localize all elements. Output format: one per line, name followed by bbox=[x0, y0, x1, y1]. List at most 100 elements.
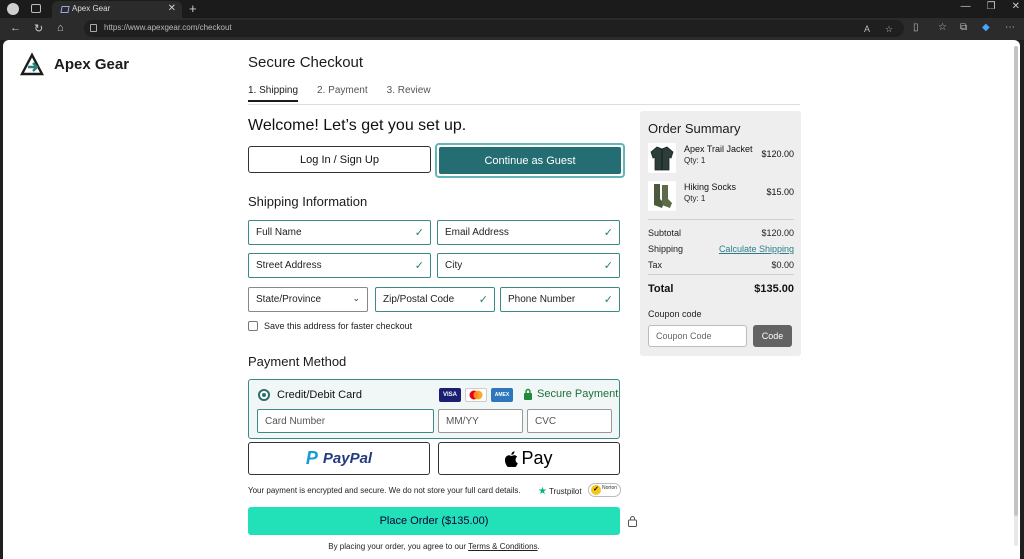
order-summary: Order Summary Apex Trail Jacket Qty: 1 $… bbox=[640, 111, 801, 356]
terms-link[interactable]: Terms & Conditions bbox=[468, 542, 537, 551]
login-signup-button[interactable]: Log In / Sign Up bbox=[248, 146, 431, 173]
cvc-input[interactable]: CVC bbox=[527, 409, 612, 433]
scrollbar[interactable] bbox=[1014, 46, 1018, 546]
zip-field[interactable]: Zip/Postal Code ✓ bbox=[375, 287, 495, 312]
favorites-icon[interactable]: ☆ bbox=[938, 22, 947, 33]
scrollbar-thumb[interactable] bbox=[1014, 46, 1018, 516]
city-field[interactable]: City ✓ bbox=[437, 253, 620, 278]
tab-actions-icon[interactable] bbox=[31, 4, 41, 13]
email-field[interactable]: Email Address ✓ bbox=[437, 220, 620, 245]
state-label: State/Province bbox=[256, 294, 322, 305]
full-name-field[interactable]: Full Name ✓ bbox=[248, 220, 431, 245]
close-tab-icon[interactable]: ✕ bbox=[168, 3, 176, 14]
minimize-icon[interactable]: — bbox=[961, 1, 971, 12]
apple-pay-button[interactable]: Pay bbox=[438, 442, 620, 475]
summary-divider bbox=[648, 219, 794, 220]
new-tab-icon[interactable]: + bbox=[189, 1, 197, 16]
step-shipping[interactable]: 1. Shipping bbox=[248, 85, 299, 102]
save-address-label[interactable]: Save this address for faster checkout bbox=[264, 321, 412, 331]
total-label: Total bbox=[648, 283, 674, 295]
terms-suffix: . bbox=[537, 542, 540, 551]
item-name: Apex Trail Jacket bbox=[684, 144, 753, 154]
profile-icon[interactable] bbox=[7, 3, 19, 15]
copilot-icon[interactable]: ◆ bbox=[982, 22, 990, 33]
phone-field[interactable]: Phone Number ✓ bbox=[500, 287, 620, 312]
restore-icon[interactable]: ❐ bbox=[987, 1, 996, 12]
lock-icon bbox=[524, 388, 532, 400]
card-number-input[interactable]: Card Number bbox=[257, 409, 434, 433]
step-payment[interactable]: 2. Payment bbox=[317, 85, 368, 102]
mastercard-circles-icon bbox=[469, 390, 483, 400]
calculate-shipping-link[interactable]: Calculate Shipping bbox=[719, 244, 794, 254]
read-aloud-icon[interactable]: A bbox=[864, 24, 870, 34]
terms-note: By placing your order, you agree to our … bbox=[248, 542, 620, 551]
item-name: Hiking Socks bbox=[684, 182, 737, 192]
expiry-placeholder: MM/YY bbox=[446, 416, 479, 427]
favicon-icon bbox=[60, 6, 70, 13]
apple-pay-label: Pay bbox=[521, 448, 553, 468]
extensions-icon[interactable]: ⧉ bbox=[960, 22, 967, 33]
card-radio[interactable] bbox=[258, 389, 270, 401]
valid-check-icon: ✓ bbox=[603, 227, 613, 239]
subtotal-row: Subtotal $120.00 bbox=[648, 228, 794, 238]
terms-prefix: By placing your order, you agree to our bbox=[328, 542, 469, 551]
coupon-input[interactable]: Coupon Code bbox=[648, 325, 747, 347]
card-option-label[interactable]: Credit/Debit Card bbox=[277, 389, 362, 401]
state-select[interactable]: State/Province ⌄ bbox=[248, 287, 368, 312]
valid-check-icon: ✓ bbox=[478, 294, 488, 306]
more-menu-icon[interactable]: ⋯ bbox=[1005, 22, 1015, 33]
back-icon[interactable]: ← bbox=[10, 22, 21, 34]
favorite-star-icon[interactable]: ☆ bbox=[885, 24, 893, 35]
valid-check-icon: ✓ bbox=[414, 260, 424, 272]
step-review[interactable]: 3. Review bbox=[387, 85, 431, 102]
home-icon[interactable]: ⌂ bbox=[57, 22, 64, 34]
close-window-icon[interactable]: ✕ bbox=[1012, 1, 1020, 12]
zip-label: Zip/Postal Code bbox=[383, 294, 455, 305]
trustpilot-star-icon: ★ bbox=[538, 486, 547, 497]
security-note: Your payment is encrypted and secure. We… bbox=[248, 486, 521, 495]
jacket-icon bbox=[650, 146, 674, 171]
brand-logo[interactable]: Apex Gear bbox=[20, 52, 129, 76]
address-bar[interactable]: https://www.apexgear.com/checkout A ☆ bbox=[84, 20, 904, 37]
summary-item: Hiking Socks Qty: 1 $15.00 bbox=[648, 181, 794, 211]
expiry-input[interactable]: MM/YY bbox=[438, 409, 523, 433]
place-order-button[interactable]: Place Order ($135.00) bbox=[248, 507, 620, 535]
browser-toolbar: ← ↻ ⌂ https://www.apexgear.com/checkout … bbox=[0, 18, 1024, 40]
card-payment-panel: Credit/Debit Card VISA AMEX Secure Payme… bbox=[248, 379, 620, 439]
card-number-placeholder: Card Number bbox=[265, 416, 326, 427]
paypal-button[interactable]: P PayPal bbox=[248, 442, 430, 475]
amex-icon: AMEX bbox=[491, 388, 513, 402]
email-label: Email Address bbox=[445, 227, 509, 238]
secure-payment-badge: Secure Payment bbox=[523, 388, 618, 400]
shipping-row: Shipping Calculate Shipping bbox=[648, 244, 794, 254]
coupon-label: Coupon code bbox=[648, 309, 702, 319]
site-info-icon[interactable] bbox=[90, 24, 97, 32]
phone-label: Phone Number bbox=[508, 294, 576, 305]
total-row: Total $135.00 bbox=[648, 283, 794, 295]
item-qty: Qty: 1 bbox=[684, 156, 706, 165]
item-price: $15.00 bbox=[766, 187, 794, 197]
refresh-icon[interactable]: ↻ bbox=[34, 22, 43, 35]
socks-thumbnail bbox=[648, 181, 676, 211]
tax-label: Tax bbox=[648, 260, 663, 270]
split-screen-icon[interactable]: ▯ bbox=[913, 22, 919, 33]
street-address-field[interactable]: Street Address ✓ bbox=[248, 253, 431, 278]
page-title: Secure Checkout bbox=[248, 54, 364, 71]
chevron-down-icon: ⌄ bbox=[352, 293, 360, 303]
window-controls: — ❐ ✕ bbox=[961, 1, 1020, 12]
browser-tab[interactable]: Apex Gear ✕ bbox=[52, 1, 182, 18]
trustpilot-badge: ★ Trustpilot bbox=[538, 486, 582, 497]
summary-divider bbox=[648, 274, 794, 275]
summary-item: Apex Trail Jacket Qty: 1 $120.00 bbox=[648, 143, 794, 173]
continue-as-guest-button[interactable]: Continue as Guest bbox=[435, 143, 625, 178]
welcome-heading: Welcome! Let’s get you set up. bbox=[248, 117, 467, 134]
paypal-label: PayPal bbox=[322, 450, 373, 467]
url-text: https://www.apexgear.com/checkout bbox=[104, 23, 232, 32]
save-address-checkbox[interactable] bbox=[248, 321, 258, 331]
valid-check-icon: ✓ bbox=[603, 294, 613, 306]
norton-badge: ✓ Norton bbox=[588, 483, 621, 497]
apply-coupon-button[interactable]: Code bbox=[753, 325, 792, 347]
visa-icon: VISA bbox=[439, 388, 461, 402]
tab-title: Apex Gear bbox=[72, 4, 111, 13]
browser-tab-bar: Apex Gear ✕ + — ❐ ✕ bbox=[0, 0, 1024, 18]
